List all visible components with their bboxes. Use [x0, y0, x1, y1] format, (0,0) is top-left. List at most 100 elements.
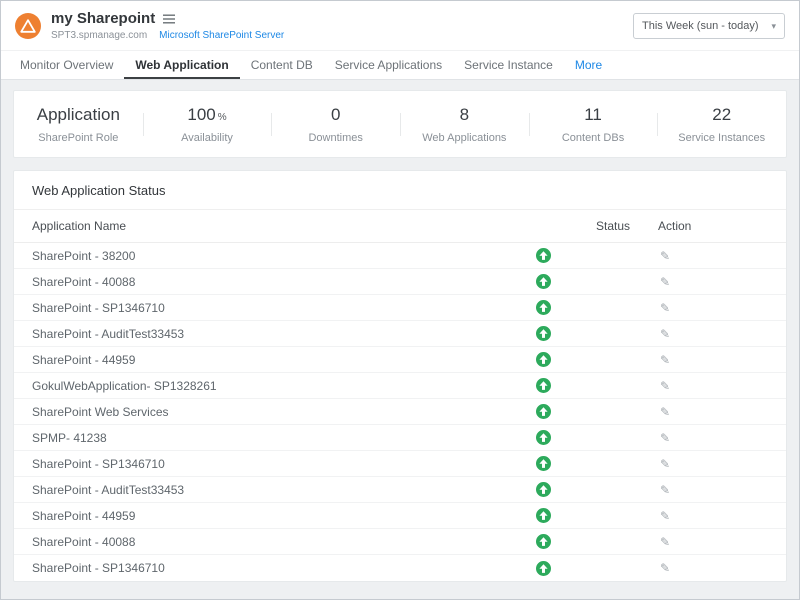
table-header: Application Name Status Action	[14, 210, 786, 243]
time-range-select[interactable]: This Week (sun - today) ▾	[633, 13, 785, 39]
stat-service-instances: 22 Service Instances	[657, 101, 786, 148]
menu-icon[interactable]	[163, 14, 175, 24]
table-row: GokulWebApplication- SP1328261✎	[14, 373, 786, 399]
edit-icon[interactable]: ✎	[660, 353, 670, 367]
action-cell: ✎	[658, 353, 768, 367]
stat-value: 0	[271, 105, 400, 125]
tab-web-application[interactable]: Web Application	[124, 51, 239, 79]
application-name: SharePoint - SP1346710	[32, 457, 518, 471]
stat-sharepoint-role: ApplicationSharePoint Role	[14, 101, 143, 148]
table-row: SharePoint - SP1346710 ✎	[14, 555, 786, 581]
status-up-icon	[518, 534, 568, 549]
col-status: Status	[568, 219, 658, 233]
application-name: SharePoint - 40088	[32, 275, 518, 289]
status-up-icon	[518, 508, 568, 523]
table-row: SharePoint - SP1346710 ✎	[14, 295, 786, 321]
table-row: SharePoint - SP1346710 ✎	[14, 451, 786, 477]
edit-icon[interactable]: ✎	[660, 327, 670, 341]
edit-icon[interactable]: ✎	[660, 275, 670, 289]
web-app-status-card: Web Application Status Application Name …	[13, 170, 787, 582]
action-cell: ✎	[658, 405, 768, 419]
application-name: SharePoint Web Services	[32, 405, 518, 419]
chevron-down-icon: ▾	[771, 21, 776, 32]
edit-icon[interactable]: ✎	[660, 301, 670, 315]
status-up-icon	[518, 352, 568, 367]
application-name: SharePoint - 38200	[32, 249, 518, 263]
host-name: SPT3.spmanage.com	[51, 30, 147, 41]
tab-service-applications[interactable]: Service Applications	[324, 51, 453, 79]
action-cell: ✎	[658, 301, 768, 315]
stats-bar: ApplicationSharePoint Role100% Availabili…	[13, 90, 787, 158]
action-cell: ✎	[658, 457, 768, 471]
status-up-icon	[518, 248, 568, 263]
edit-icon[interactable]: ✎	[660, 405, 670, 419]
col-application-name: Application Name	[32, 219, 518, 233]
stat-value: 11	[529, 105, 658, 125]
action-cell: ✎	[658, 379, 768, 393]
application-name: SharePoint - SP1346710	[32, 301, 518, 315]
action-cell: ✎	[658, 509, 768, 523]
edit-icon[interactable]: ✎	[660, 509, 670, 523]
status-up-icon	[518, 430, 568, 445]
status-up-icon	[518, 561, 568, 576]
table-row: SharePoint - 40088 ✎	[14, 269, 786, 295]
stat-availability: 100% Availability	[143, 101, 272, 148]
stat-value: Application	[14, 105, 143, 125]
table-body: SharePoint - 38200✎SharePoint - 40088✎Sh…	[14, 243, 786, 581]
edit-icon[interactable]: ✎	[660, 483, 670, 497]
stat-suffix: %	[218, 112, 227, 123]
app-header: my Sharepoint SPT3.spmanage.com Microsof…	[1, 1, 799, 51]
edit-icon[interactable]: ✎	[660, 561, 670, 575]
table-row: SharePoint - AuditTest33453 ✎	[14, 321, 786, 347]
status-up-icon	[518, 456, 568, 471]
application-name: SPMP- 41238	[32, 431, 518, 445]
edit-icon[interactable]: ✎	[660, 457, 670, 471]
edit-icon[interactable]: ✎	[660, 431, 670, 445]
status-up-icon	[518, 404, 568, 419]
stat-label: Content DBs	[529, 132, 658, 144]
title-block: my Sharepoint SPT3.spmanage.com Microsof…	[51, 10, 284, 41]
tab-more[interactable]: More	[564, 51, 613, 79]
status-up-icon	[518, 300, 568, 315]
col-action: Action	[658, 219, 768, 233]
stat-value: 100%	[143, 105, 272, 125]
application-name: SharePoint - AuditTest33453	[32, 327, 518, 341]
alert-icon	[15, 13, 41, 39]
tab-content-db[interactable]: Content DB	[240, 51, 324, 79]
time-range-value: This Week (sun - today)	[642, 20, 759, 32]
application-name: SharePoint - 44959	[32, 509, 518, 523]
application-name: SharePoint - 44959	[32, 353, 518, 367]
tab-bar: Monitor OverviewWeb ApplicationContent D…	[1, 51, 799, 80]
tab-service-instance[interactable]: Service Instance	[453, 51, 564, 79]
action-cell: ✎	[658, 275, 768, 289]
edit-icon[interactable]: ✎	[660, 379, 670, 393]
table-row: SharePoint - 38200 ✎	[14, 243, 786, 269]
card-title: Web Application Status	[14, 171, 786, 210]
table-row: SharePoint Web Services ✎	[14, 399, 786, 425]
action-cell: ✎	[658, 327, 768, 341]
status-up-icon	[518, 482, 568, 497]
page-title: my Sharepoint	[51, 10, 155, 27]
status-up-icon	[518, 326, 568, 341]
edit-icon[interactable]: ✎	[660, 249, 670, 263]
stat-label: Availability	[143, 132, 272, 144]
server-type-link[interactable]: Microsoft SharePoint Server	[159, 30, 284, 41]
table-row: SPMP- 41238 ✎	[14, 425, 786, 451]
table-row: SharePoint - 40088 ✎	[14, 529, 786, 555]
action-cell: ✎	[658, 249, 768, 263]
application-name: SharePoint - SP1346710	[32, 561, 518, 575]
application-name: SharePoint - AuditTest33453	[32, 483, 518, 497]
stat-label: Service Instances	[657, 132, 786, 144]
table-row: SharePoint - 44959 ✎	[14, 347, 786, 373]
status-up-icon	[518, 378, 568, 393]
status-up-icon	[518, 274, 568, 289]
edit-icon[interactable]: ✎	[660, 535, 670, 549]
stat-downtimes: 0Downtimes	[271, 101, 400, 148]
action-cell: ✎	[658, 483, 768, 497]
stat-value: 22	[657, 105, 786, 125]
stat-content-dbs: 11 Content DBs	[529, 101, 658, 148]
application-name: SharePoint - 40088	[32, 535, 518, 549]
stat-value: 8	[400, 105, 529, 125]
tab-monitor-overview[interactable]: Monitor Overview	[9, 51, 124, 79]
table-row: SharePoint - AuditTest33453 ✎	[14, 477, 786, 503]
